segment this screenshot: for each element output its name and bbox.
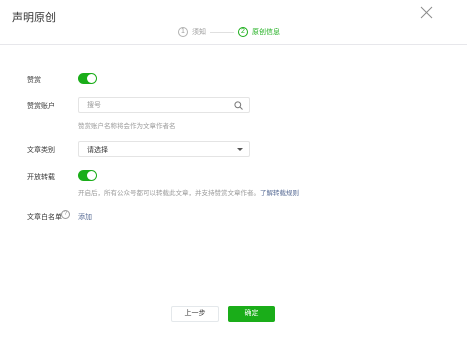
chevron-down-icon xyxy=(237,148,243,151)
reward-label: 赞赏 xyxy=(27,77,41,84)
category-label: 文章类别 xyxy=(27,147,55,154)
whitelist-label: 文章白名单 xyxy=(27,214,62,221)
category-select[interactable]: 请选择 xyxy=(78,141,250,157)
dialog-title: 声明原创 xyxy=(12,12,56,24)
toggle-knob xyxy=(87,171,96,180)
step-2: 2 原创信息 xyxy=(238,27,280,37)
close-icon[interactable] xyxy=(420,6,433,19)
reward-account-input[interactable] xyxy=(87,100,227,111)
step-1: 1 须知 xyxy=(178,27,206,37)
step-1-number: 1 xyxy=(178,27,188,37)
step-1-label: 须知 xyxy=(192,29,206,36)
category-selected-value: 请选择 xyxy=(87,147,108,154)
previous-step-button[interactable]: 上一步 xyxy=(171,306,219,322)
repost-hint: 开启后，所有公众号都可以转载此文章，并支持赞赏文章作者。了解转载规则 xyxy=(78,187,299,197)
toggle-knob xyxy=(87,74,96,83)
declare-original-dialog: 声明原创 1 须知 2 原创信息 赞赏 赞赏账户 赞赏账户名称将会作为文章作者名… xyxy=(0,0,467,346)
header-divider xyxy=(0,44,467,45)
reward-account-field[interactable] xyxy=(78,97,250,113)
help-icon[interactable]: ? xyxy=(61,210,70,219)
whitelist-add-link[interactable]: 添加 xyxy=(78,212,92,222)
repost-label: 开放转载 xyxy=(27,174,55,181)
step-indicator: 1 须知 2 原创信息 xyxy=(0,27,467,41)
reward-account-label: 赞赏账户 xyxy=(27,103,55,110)
repost-rules-link[interactable]: 了解转载规则 xyxy=(260,190,299,197)
repost-toggle[interactable] xyxy=(78,170,97,181)
search-icon[interactable] xyxy=(234,101,243,110)
confirm-button[interactable]: 确定 xyxy=(228,306,275,322)
step-2-number: 2 xyxy=(238,27,248,37)
repost-hint-text: 开启后，所有公众号都可以转载此文章，并支持赞赏文章作者。 xyxy=(78,190,260,197)
reward-toggle[interactable] xyxy=(78,73,97,84)
step-connector xyxy=(210,32,234,33)
reward-account-hint: 赞赏账户名称将会作为文章作者名 xyxy=(78,123,176,130)
step-2-label: 原创信息 xyxy=(252,29,280,36)
